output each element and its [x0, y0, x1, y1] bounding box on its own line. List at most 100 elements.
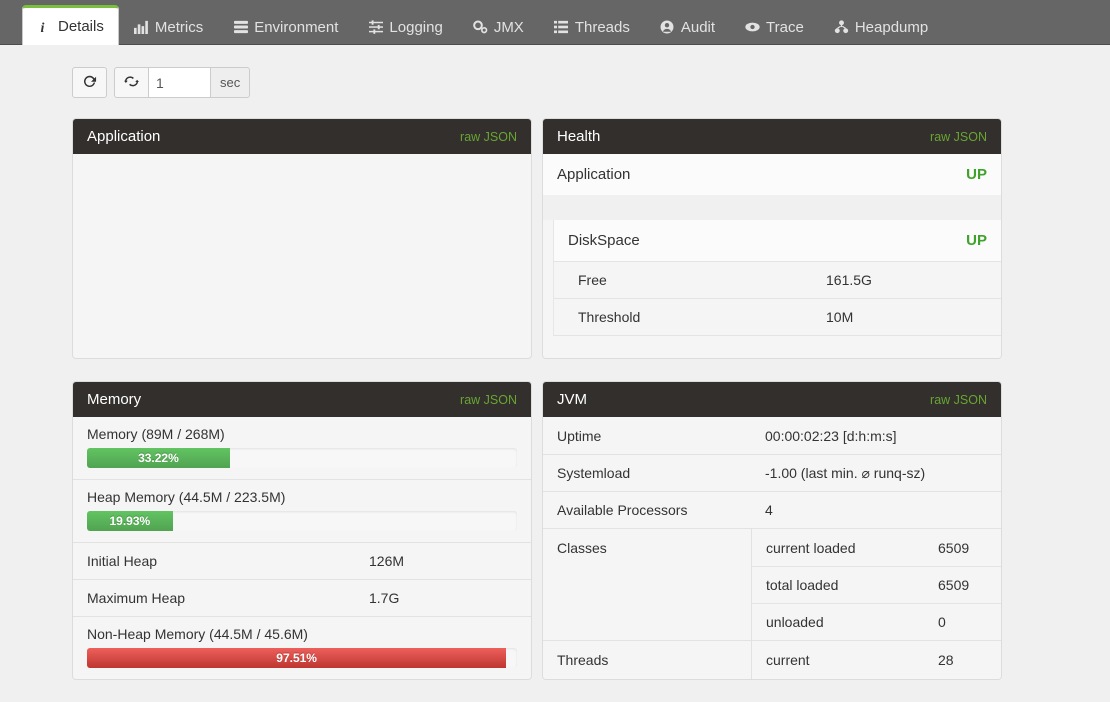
jvm-nested-key: current loaded — [752, 540, 938, 556]
health-detail-row: Free161.5G — [554, 261, 1001, 298]
tab-label: Logging — [389, 19, 442, 36]
svg-text:i: i — [41, 21, 45, 34]
tab-jmx[interactable]: JMX — [458, 8, 539, 45]
memory-panel-header: Memory raw JSON — [73, 382, 531, 417]
gears-icon — [473, 20, 488, 35]
memory-progress-percent: 97.51% — [276, 651, 317, 665]
jvm-nested-key: total loaded — [752, 577, 938, 593]
health-diskspace-row: DiskSpace UP — [554, 220, 1001, 261]
memory-row-key: Maximum Heap — [87, 590, 369, 606]
jvm-nested-row: unloaded0 — [752, 603, 1001, 640]
tab-heapdump[interactable]: Heapdump — [819, 8, 943, 45]
tab-threads[interactable]: Threads — [539, 8, 645, 45]
health-panel-header: Health raw JSON — [543, 119, 1001, 154]
health-panel-title: Health — [557, 128, 600, 145]
jvm-panel-header: JVM raw JSON — [543, 382, 1001, 417]
memory-bar-label: Memory (89M / 268M) — [87, 426, 517, 442]
tab-label: Details — [58, 18, 104, 35]
memory-panel-body: Memory (89M / 268M)33.22%Heap Memory (44… — [73, 417, 531, 679]
jvm-nested-row: current loaded6509 — [752, 529, 1001, 566]
application-panel-header: Application raw JSON — [73, 119, 531, 154]
jvm-nested-row: current28 — [752, 641, 1001, 678]
panel-grid: Application raw JSON Health raw JSON App… — [72, 118, 1110, 702]
health-detail-row: Threshold10M — [554, 298, 1001, 335]
health-panel-footer — [553, 335, 1001, 358]
sitemap-icon — [834, 20, 849, 35]
list-icon — [554, 20, 569, 35]
memory-progress-fill: 97.51% — [87, 648, 506, 668]
health-divider — [543, 195, 1001, 220]
health-application-label: Application — [557, 166, 630, 183]
jvm-raw-json-link[interactable]: raw JSON — [930, 393, 987, 407]
memory-row-key: Initial Heap — [87, 553, 369, 569]
memory-row-value: 126M — [369, 553, 404, 569]
memory-progress-track: 97.51% — [87, 648, 517, 668]
application-panel: Application raw JSON — [72, 118, 532, 359]
jvm-row-key: Uptime — [557, 428, 765, 444]
refresh-interval-input[interactable] — [149, 67, 210, 98]
memory-row-value: 1.7G — [369, 590, 399, 606]
health-detail-value: 10M — [826, 309, 853, 325]
jvm-nested-table: current loaded6509total loaded6509unload… — [751, 529, 1001, 640]
tab-label: Audit — [681, 19, 715, 36]
jvm-nested-key: unloaded — [752, 614, 938, 630]
health-diskspace-label: DiskSpace — [568, 232, 640, 249]
memory-bar-row: Memory (89M / 268M) 33.22% — [73, 417, 531, 479]
auto-refresh-button[interactable] — [114, 67, 149, 98]
refresh-button[interactable] — [72, 67, 107, 98]
jvm-row: Available Processors4 — [543, 491, 1001, 528]
jvm-nested-value: 0 — [938, 614, 946, 630]
jvm-row-value: 00:00:02:23 [d:h:m:s] — [765, 428, 897, 444]
jvm-nested-value: 28 — [938, 652, 954, 668]
memory-nonheap-bar-row: Non-Heap Memory (44.5M / 45.6M) 97.51% — [73, 616, 531, 679]
tab-environment[interactable]: Environment — [218, 8, 353, 45]
memory-row: Initial Heap126M — [73, 542, 531, 579]
jvm-row-value: 4 — [765, 502, 773, 518]
health-diskspace-detail-rows: Free161.5GThreshold10M — [554, 261, 1001, 335]
tab-label: Metrics — [155, 19, 203, 36]
memory-progress-fill: 33.22% — [87, 448, 230, 468]
jvm-row-key: Systemload — [557, 465, 765, 481]
tab-details[interactable]: i Details — [22, 5, 119, 45]
tab-trace[interactable]: Trace — [730, 8, 819, 45]
memory-progress-percent: 33.22% — [138, 451, 179, 465]
tab-audit[interactable]: Audit — [645, 8, 730, 45]
application-raw-json-link[interactable]: raw JSON — [460, 130, 517, 144]
jvm-nested-row: total loaded6509 — [752, 566, 1001, 603]
memory-progress-percent: 19.93% — [109, 514, 150, 528]
health-raw-json-link[interactable]: raw JSON — [930, 130, 987, 144]
eye-icon — [745, 20, 760, 35]
memory-panel-title: Memory — [87, 391, 141, 408]
bar-chart-icon — [134, 20, 149, 35]
jvm-row: Systemload-1.00 (last min. ⌀ runq-sz) — [543, 454, 1001, 491]
health-diskspace-block: DiskSpace UP Free161.5GThreshold10M — [553, 220, 1001, 335]
tab-label: Threads — [575, 19, 630, 36]
jvm-row: Uptime00:00:02:23 [d:h:m:s] — [543, 417, 1001, 454]
memory-bar-label: Non-Heap Memory (44.5M / 45.6M) — [87, 626, 517, 642]
memory-panel: Memory raw JSON Memory (89M / 268M) 33.22… — [72, 381, 532, 680]
tab-label: Heapdump — [855, 19, 928, 36]
health-detail-value: 161.5G — [826, 272, 872, 288]
tab-metrics[interactable]: Metrics — [119, 8, 218, 45]
memory-raw-json-link[interactable]: raw JSON — [460, 393, 517, 407]
memory-progress-track: 33.22% — [87, 448, 517, 468]
jvm-panel-body: Uptime00:00:02:23 [d:h:m:s]Systemload-1.… — [543, 417, 1001, 679]
user-circle-icon — [660, 20, 675, 35]
health-application-row: Application UP — [543, 154, 1001, 195]
info-icon: i — [37, 19, 52, 34]
jvm-nested-key: current — [752, 652, 938, 668]
jvm-nested-value: 6509 — [938, 540, 969, 556]
jvm-group-key: Classes — [543, 529, 751, 640]
server-icon — [233, 20, 248, 35]
health-panel-body: Application UP DiskSpace UP Free161.5GTh… — [543, 154, 1001, 358]
health-panel: Health raw JSON Application UP DiskSpace… — [542, 118, 1002, 359]
memory-progress-fill: 19.93% — [87, 511, 173, 531]
jvm-group-key: Threads — [543, 641, 751, 679]
memory-progress-track: 19.93% — [87, 511, 517, 531]
sliders-icon — [368, 20, 383, 35]
health-detail-key: Threshold — [578, 309, 826, 325]
jvm-panel-title: JVM — [557, 391, 587, 408]
tab-logging[interactable]: Logging — [353, 8, 457, 45]
jvm-row-value: -1.00 (last min. ⌀ runq-sz) — [765, 465, 925, 482]
refresh-unit-label: sec — [210, 67, 250, 98]
